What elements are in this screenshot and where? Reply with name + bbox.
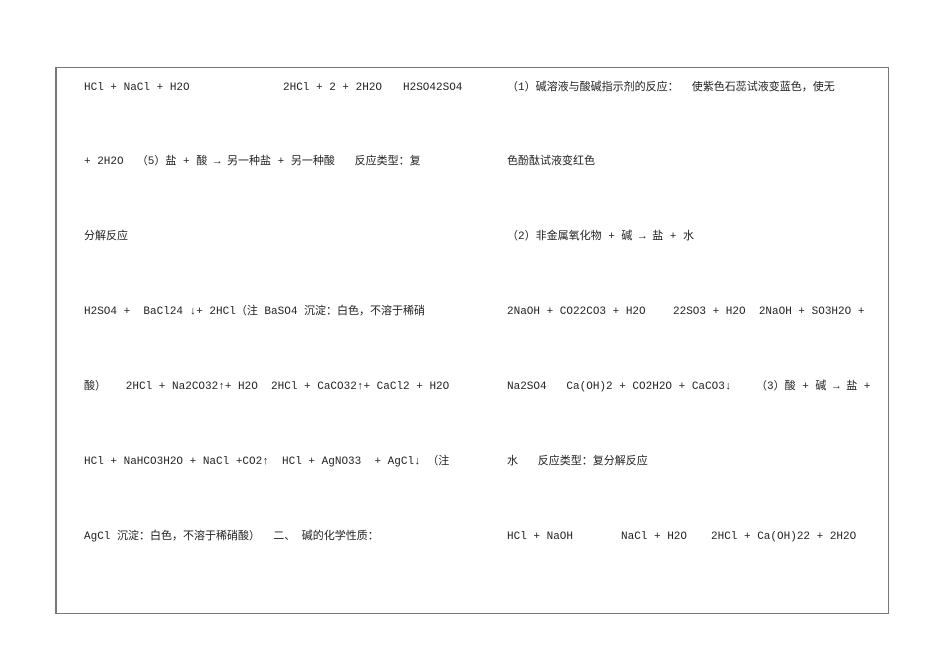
text-line: 2NaOH + CO22CO3 + H2O	[507, 306, 646, 318]
text-line: （2）非金属氧化物 + 碱 → 盐 + 水	[507, 231, 695, 243]
text-line: 分解反应	[84, 231, 128, 243]
text-line: HCl + NaCl + H2O	[84, 82, 190, 94]
text-line: + 2H2O （5）盐 + 酸 → 另一种盐 + 另一种酸 反应类型：复	[84, 156, 421, 168]
text-line: NaCl + H2O	[621, 531, 688, 543]
text-line: 酸） 2HCl + Na2CO32↑+ H2O 2HCl + CaCO32↑+ …	[84, 381, 450, 393]
text-line: H2SO4 + BaCl24 ↓+ 2HCl（注 BaSO4 沉淀：白色，不溶于…	[84, 306, 426, 318]
text-line: 22SO3 + H2O 2NaOH + SO3H2O +	[673, 306, 865, 318]
text-line: 2HCl + Ca(OH)22 + 2H2O	[711, 531, 857, 543]
text-line: HCl + NaOH	[507, 531, 574, 543]
text-line: 色酚酞试液变红色	[507, 156, 595, 168]
text-line: 水 反应类型：复分解反应	[507, 456, 648, 468]
text-line: （3）酸 + 碱 → 盐 +	[756, 381, 871, 393]
text-line: （1）碱溶液与酸碱指示剂的反应： 使紫色石蕊试液变蓝色，使无	[507, 82, 835, 94]
text-line: H2SO42SO4	[403, 82, 463, 94]
text-line: AgCl 沉淀：白色，不溶于稀硝酸） 二、 碱的化学性质：	[84, 531, 379, 543]
text-line: Na2SO4 Ca(OH)2 + CO2H2O + CaCO3↓	[507, 381, 732, 393]
text-line: 2HCl + 2 + 2H2O	[283, 82, 383, 94]
text-line: HCl + NaHCO3H2O + NaCl +CO2↑ HCl + AgNO3…	[84, 456, 450, 468]
